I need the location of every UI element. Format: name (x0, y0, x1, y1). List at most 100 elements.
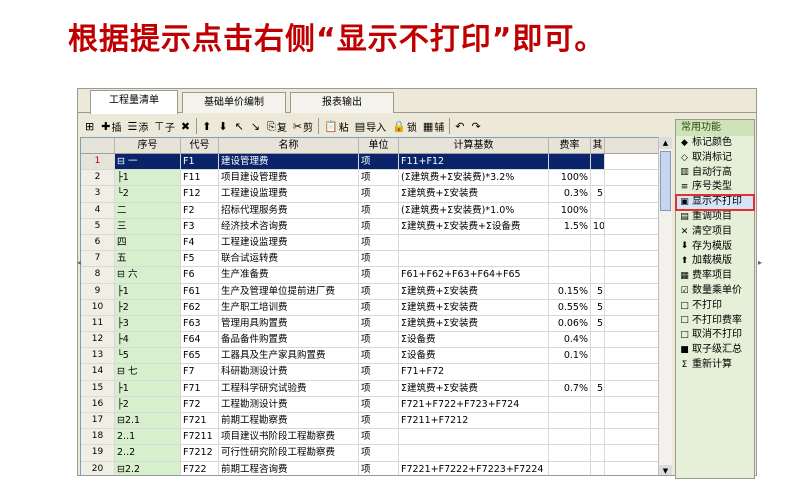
lock-button[interactable]: 🔒 锁 (389, 116, 420, 136)
side-item-show-noprint[interactable]: ▣ 显示不打印 (675, 194, 755, 211)
cell-other[interactable] (591, 267, 605, 283)
cell-code[interactable]: F721 (181, 413, 219, 429)
cell-name[interactable]: 前期工程勘察费 (219, 413, 359, 429)
cell-other[interactable] (591, 170, 605, 186)
down-button[interactable]: ⬇ (215, 116, 231, 136)
cell-no[interactable]: 13 (81, 348, 115, 364)
cell-other[interactable] (591, 234, 605, 251)
cell-rate[interactable]: 0.4% (549, 332, 591, 348)
cell-rate[interactable]: 100% (549, 202, 591, 218)
cell-unit[interactable]: 项 (359, 396, 399, 412)
side-item-noprint[interactable]: □ 不打印 (676, 299, 754, 314)
cell-name[interactable]: 建设管理费 (219, 154, 359, 170)
side-item-reset-items[interactable]: ▤ 重调项目 (676, 210, 754, 225)
cell-seq[interactable]: 2..1 (115, 429, 181, 445)
cell-unit[interactable]: 项 (359, 170, 399, 186)
table-row[interactable]: 9 ├1 F61 生产及管理单位提前进厂费项 Σ建筑费+Σ安装费 0.15% 5 (81, 283, 671, 300)
table-row[interactable]: 17 ⊟2.1 F721 前期工程勘察费项 F7211+F7212 (81, 413, 671, 430)
copy-button[interactable]: ⎘ 复 (264, 116, 290, 136)
cell-seq[interactable]: 二 (115, 202, 181, 218)
downgrade-button[interactable]: ↘ (248, 116, 264, 136)
redo-button[interactable]: ↷ (468, 116, 484, 136)
cell-other[interactable] (591, 154, 605, 170)
grid-vertical-scrollbar[interactable]: ▲ ▼ (658, 137, 672, 475)
cell-other[interactable] (591, 364, 605, 380)
cell-name[interactable]: 项目建议书阶段工程勘察费 (219, 429, 359, 445)
table-row[interactable]: 6 四 F4 工程建设监理费项 (81, 234, 671, 252)
col-rate-header[interactable]: 费率 (549, 138, 591, 153)
cell-rate[interactable] (549, 154, 591, 170)
cell-other[interactable]: 5 (591, 315, 605, 332)
cell-name[interactable]: 生产职工培训费 (219, 299, 359, 315)
table-row[interactable]: 14 ⊟ 七 F7 科研勘测设计费项 F71+F72 (81, 364, 671, 381)
cell-unit[interactable]: 项 (359, 380, 399, 396)
col-code-header[interactable]: 代号 (181, 138, 219, 153)
up-button[interactable]: ⬆ (199, 116, 215, 136)
cell-no[interactable]: 18 (81, 429, 115, 445)
cell-unit[interactable]: 项 (359, 251, 399, 267)
cell-seq[interactable]: ⊟2.2 (115, 461, 181, 475)
cell-no[interactable]: 4 (81, 202, 115, 218)
cell-unit[interactable]: 项 (359, 348, 399, 364)
cell-code[interactable]: F3 (181, 218, 219, 234)
table-row[interactable]: 2 ├1 F11 项目建设管理费项 (Σ建筑费+Σ安装费)*3.2% 100% (81, 170, 671, 187)
cell-name[interactable]: 科研勘测设计费 (219, 364, 359, 380)
side-item-cancel-noprint[interactable]: □ 取消不打印 (676, 328, 754, 343)
cell-rate[interactable] (549, 251, 591, 267)
cell-name[interactable]: 前期工程咨询费 (219, 461, 359, 475)
table-row[interactable]: 12 ├4 F64 备品备件购置费项 Σ设备费 0.4% (81, 332, 671, 349)
cell-no[interactable]: 17 (81, 413, 115, 429)
side-item-save-template[interactable]: ⬇ 存为模版 (676, 240, 754, 255)
side-item-recalc[interactable]: Σ 重新计算 (676, 358, 754, 373)
cell-unit[interactable]: 项 (359, 283, 399, 299)
table-row[interactable]: 16 ├2 F72 工程勘测设计费项 F721+F722+F723+F724 (81, 396, 671, 413)
cell-rate[interactable]: 0.3% (549, 186, 591, 202)
cell-basis[interactable]: (Σ建筑费+Σ安装费)*3.2% (399, 170, 549, 186)
cell-seq[interactable]: 四 (115, 234, 181, 251)
upgrade-button[interactable]: ↖ (232, 116, 248, 136)
cell-rate[interactable] (549, 396, 591, 412)
cell-seq[interactable]: ├3 (115, 315, 181, 332)
cell-basis[interactable]: Σ建筑费+Σ安装费 (399, 186, 549, 202)
cell-basis[interactable]: Σ设备费 (399, 348, 549, 364)
cell-code[interactable]: F722 (181, 461, 219, 475)
table-row[interactable]: 20 ⊟2.2 F722 前期工程咨询费项 F7221+F7222+F7223+F72… (81, 461, 671, 475)
cell-basis[interactable] (399, 429, 549, 445)
cell-no[interactable]: 7 (81, 251, 115, 267)
cell-basis[interactable]: Σ建筑费+Σ安装费 (399, 299, 549, 315)
cell-code[interactable]: F64 (181, 332, 219, 348)
cell-no[interactable]: 6 (81, 234, 115, 251)
cell-basis[interactable]: Σ设备费 (399, 332, 549, 348)
cell-name[interactable]: 可行性研究阶段工程勘察费 (219, 445, 359, 461)
cell-rate[interactable]: 0.06% (549, 315, 591, 332)
table-row[interactable]: 19 2..2 F7212 可行性研究阶段工程勘察费项 (81, 445, 671, 462)
cell-name[interactable]: 经济技术咨询费 (219, 218, 359, 234)
scroll-up-arrow-icon[interactable]: ▲ (659, 137, 672, 149)
cell-no[interactable]: 15 (81, 380, 115, 396)
table-row[interactable]: 7 五 F5 联合试运转费项 (81, 251, 671, 268)
child-button[interactable]: ⊤ 子 (151, 116, 178, 136)
cell-other[interactable]: 5 (591, 283, 605, 299)
cell-rate[interactable]: 0.1% (549, 348, 591, 364)
cell-unit[interactable]: 项 (359, 299, 399, 315)
cell-no[interactable]: 14 (81, 364, 115, 380)
cell-code[interactable]: F61 (181, 283, 219, 299)
cell-seq[interactable]: ├2 (115, 396, 181, 412)
cell-seq[interactable]: ⊟ 六 (115, 267, 181, 283)
cell-other[interactable] (591, 348, 605, 364)
cell-unit[interactable]: 项 (359, 445, 399, 461)
cell-basis[interactable] (399, 234, 549, 251)
cell-code[interactable]: F5 (181, 251, 219, 267)
cell-code[interactable]: F7 (181, 364, 219, 380)
cell-no[interactable]: 11 (81, 315, 115, 332)
table-row[interactable]: 5 三 F3 经济技术咨询费项 Σ建筑费+Σ安装费+Σ设备费 1.5% 10 (81, 218, 671, 235)
cell-name[interactable]: 生产及管理单位提前进厂费 (219, 283, 359, 299)
col-basis-header[interactable]: 计算基数 (399, 138, 549, 153)
table-row[interactable]: 4 二 F2 招标代理服务费项 (Σ建筑费+Σ安装费)*1.0% 100% (81, 202, 671, 219)
cell-basis[interactable]: (Σ建筑费+Σ安装费)*1.0% (399, 202, 549, 218)
cell-no[interactable]: 16 (81, 396, 115, 412)
col-unit-header[interactable]: 单位 (359, 138, 399, 153)
cell-seq[interactable]: 三 (115, 218, 181, 234)
tab-bill-of-quantities[interactable]: 工程量清单 (90, 90, 178, 114)
cell-name[interactable]: 工器具及生产家具购置费 (219, 348, 359, 364)
